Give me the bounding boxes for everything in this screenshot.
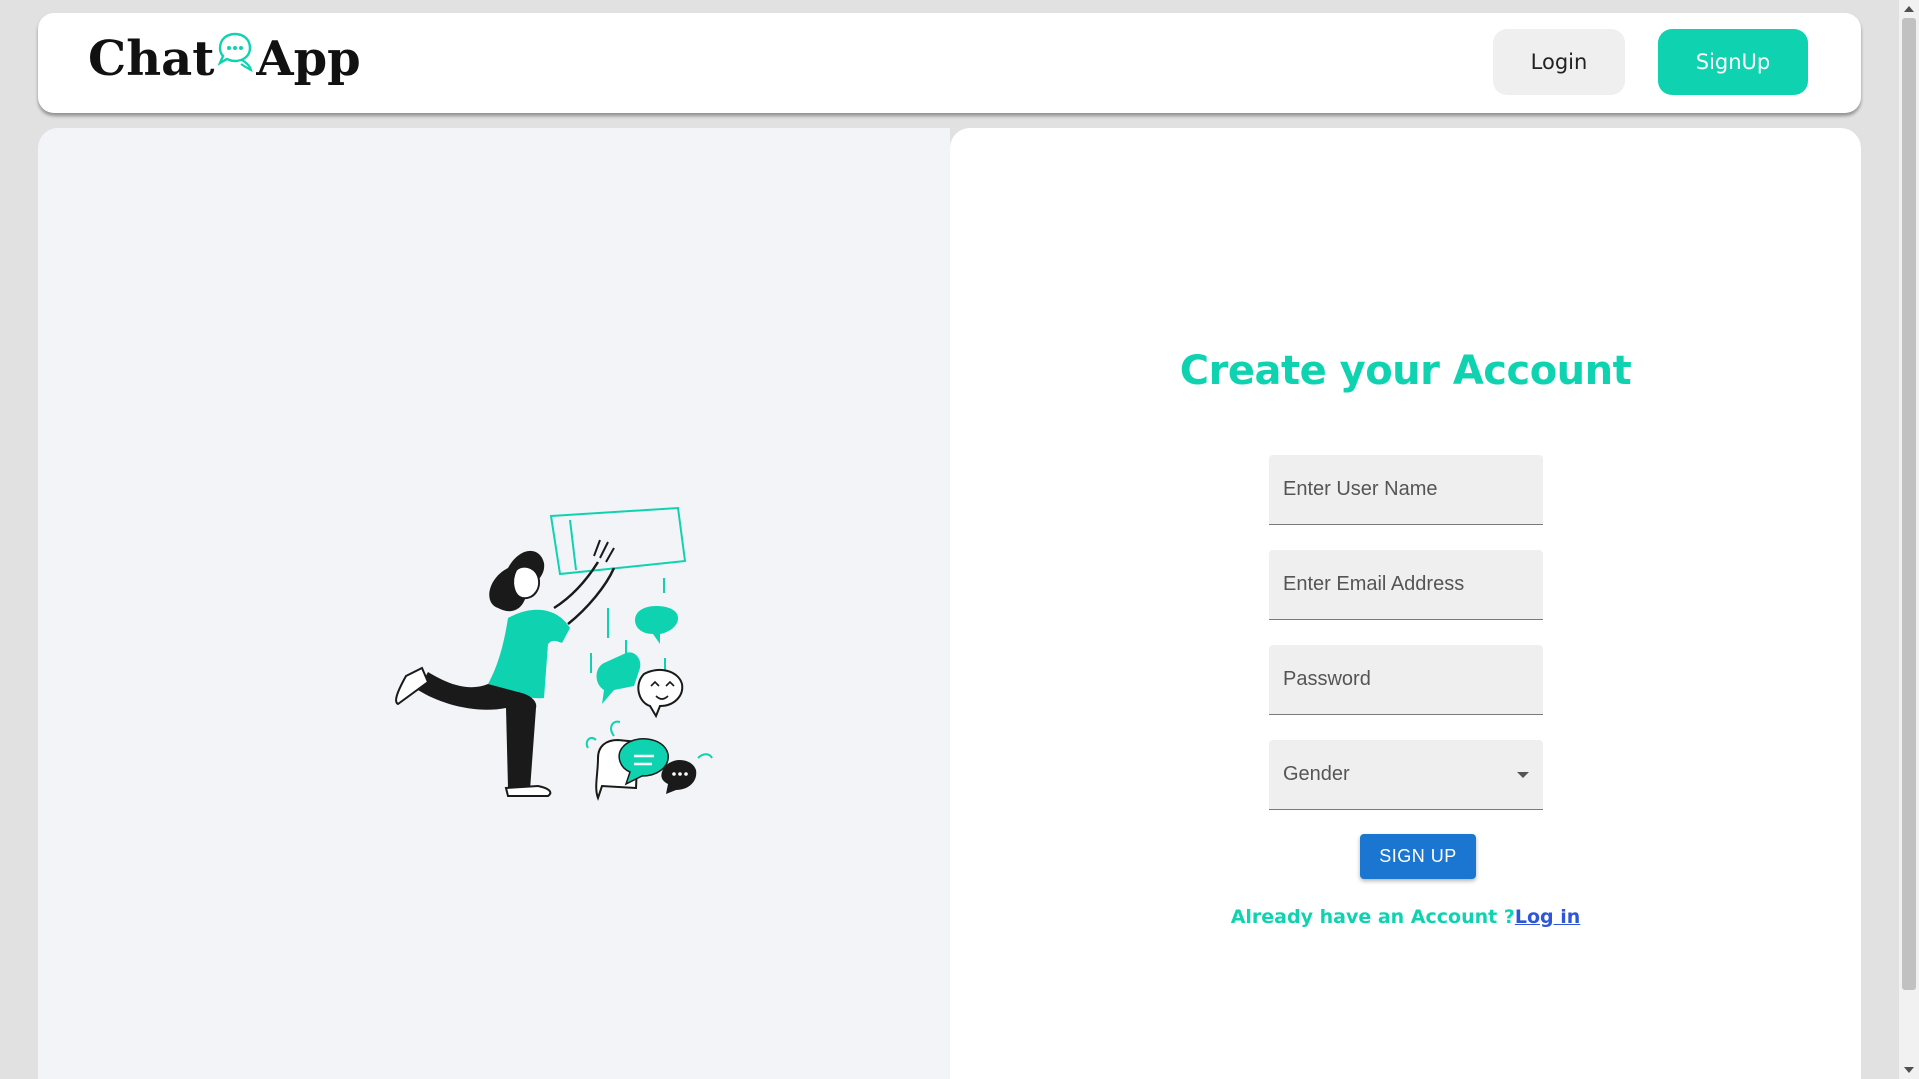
password-field[interactable] [1269,645,1543,715]
login-prompt: Already have an Account ?Log in [950,906,1861,928]
gender-label: Gender [1283,763,1350,785]
username-input[interactable] [1269,455,1543,524]
email-input[interactable] [1269,550,1543,619]
page-scrollbar[interactable] [1899,0,1919,1079]
scroll-up-arrow-icon[interactable] [1904,6,1914,12]
login-link[interactable]: Log in [1515,906,1580,928]
chat-bubbles [585,606,713,801]
gender-select-box[interactable]: Gender [1269,740,1543,809]
scroll-down-arrow-icon[interactable] [1904,1067,1914,1073]
gender-select[interactable]: Gender [1269,740,1543,810]
username-field[interactable] [1269,455,1543,525]
person-figure [395,539,616,797]
chat-illustration [395,506,713,801]
signup-submit-button[interactable]: SIGN UP [1360,834,1476,879]
login-button[interactable]: Login [1493,29,1625,95]
signup-nav-button[interactable]: SignUp [1658,29,1808,95]
illustration-panel [38,128,950,1079]
main-card: Create your Account Gender SIGN UP Alrea… [38,128,1861,1079]
form-title: Create your Account [1179,348,1632,394]
top-navbar: Chat App Login SignUp [38,13,1861,113]
signup-form-panel: Create your Account Gender SIGN UP Alrea… [950,128,1861,1079]
logo-text-app: App [256,31,361,87]
caret-down-icon [1517,771,1529,778]
logo-text-chat: Chat [88,31,215,87]
password-input[interactable] [1269,645,1543,714]
box-shape [549,506,687,576]
scrollbar-thumb[interactable] [1902,18,1916,990]
app-logo[interactable]: Chat App [88,31,361,87]
login-prompt-text: Already have an Account ? [1230,906,1515,928]
chat-bubble-icon [217,32,254,72]
email-field[interactable] [1269,550,1543,620]
